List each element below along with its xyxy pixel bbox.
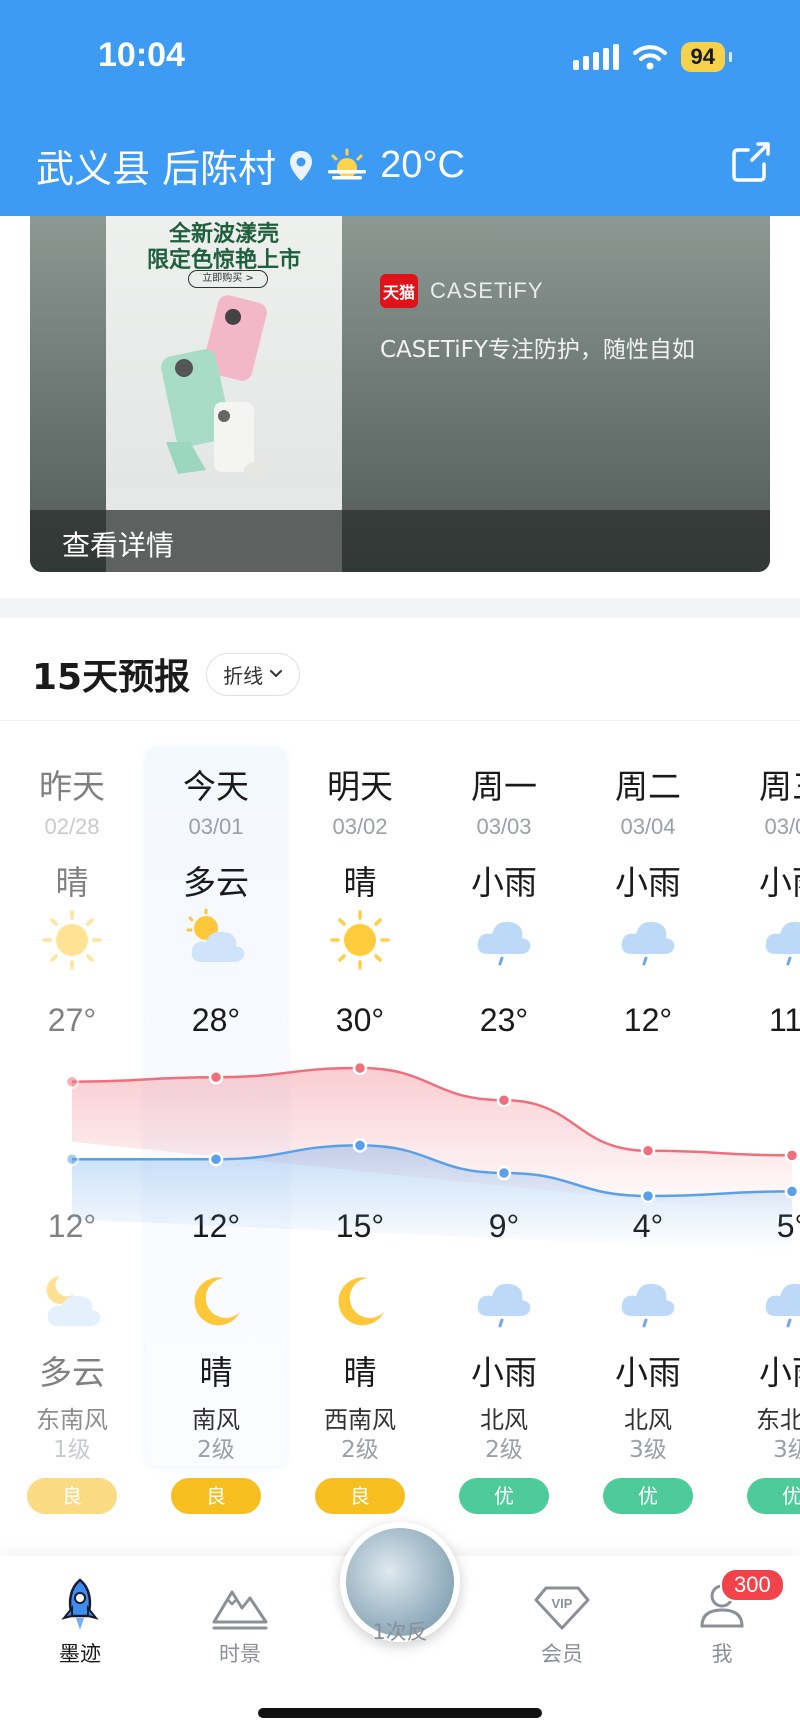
svg-text:VIP: VIP — [552, 1596, 573, 1611]
nav-item-moji[interactable]: 墨迹 — [20, 1578, 140, 1668]
high-temp-point — [496, 1092, 512, 1108]
vip-icon: VIP — [534, 1586, 590, 1630]
high-temp-point — [208, 1069, 224, 1085]
low-temp-point — [640, 1188, 656, 1204]
nav-label-center[interactable]: 1次反 — [340, 1616, 460, 1646]
nav-label: 会员 — [541, 1642, 583, 1666]
low-temp-point — [64, 1151, 80, 1167]
low-temp-point — [496, 1165, 512, 1181]
nav-item-vip[interactable]: VIP 会员 — [502, 1578, 622, 1668]
high-temp-point — [352, 1060, 368, 1076]
rocket-icon — [61, 1578, 99, 1630]
temperature-curve-chart — [64, 1060, 800, 1252]
high-temp-point — [64, 1074, 80, 1090]
high-temp-point — [784, 1148, 800, 1163]
nav-item-scenery[interactable]: 时景 — [180, 1578, 300, 1668]
high-temp-point — [640, 1143, 656, 1159]
home-indicator[interactable] — [258, 1708, 542, 1718]
low-temp-point — [352, 1138, 368, 1153]
notification-badge: 300 — [720, 1568, 785, 1602]
nav-label: 时景 — [219, 1642, 261, 1666]
nav-label: 我 — [711, 1642, 733, 1666]
low-temp-point — [208, 1151, 224, 1167]
bottom-navigation: 墨迹 时景 1次反 VIP 会员 我 300 — [0, 1522, 800, 1734]
nav-label: 墨迹 — [59, 1642, 101, 1666]
low-temp-point — [784, 1184, 800, 1199]
mountain-icon — [212, 1590, 268, 1630]
